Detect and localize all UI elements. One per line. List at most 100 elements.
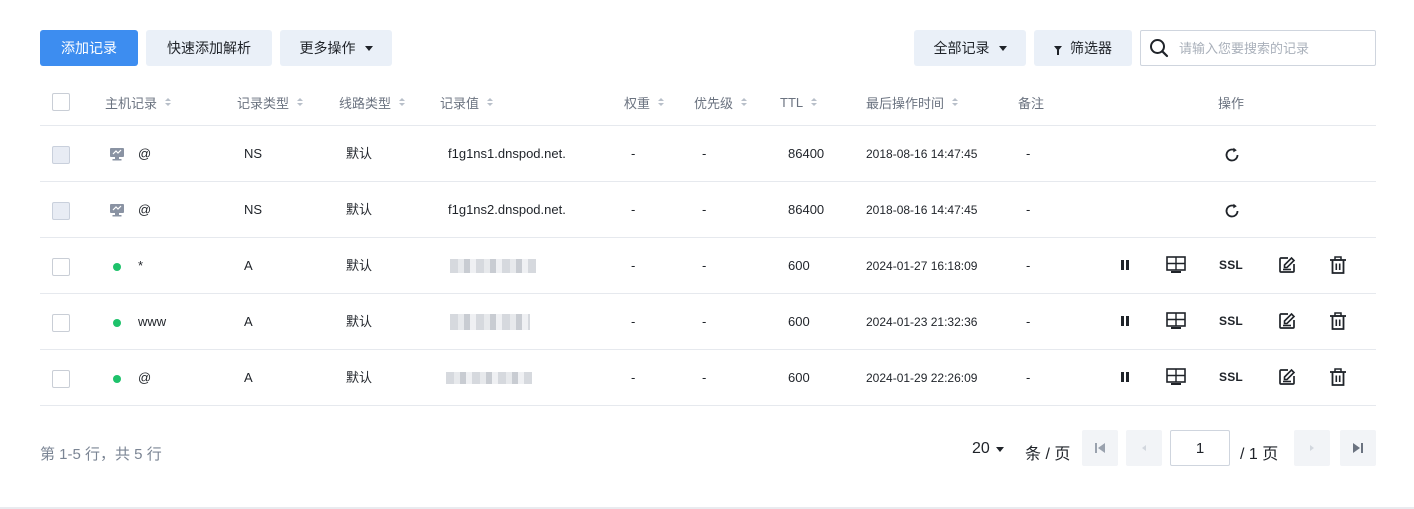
- row-checkbox[interactable]: [52, 314, 70, 332]
- more-actions-label: 更多操作: [299, 40, 356, 56]
- priority-cell: -: [702, 202, 707, 217]
- divider: [40, 405, 1376, 406]
- updated-cell: 2018-08-16 14:47:45: [866, 203, 978, 217]
- pause-icon[interactable]: [1114, 366, 1136, 388]
- redacted-value: [446, 372, 532, 384]
- next-page-button[interactable]: [1294, 430, 1330, 466]
- updated-cell: 2024-01-29 22:26:09: [866, 371, 978, 385]
- sort-icon: [165, 98, 172, 106]
- priority-cell: -: [702, 314, 707, 329]
- reset-icon[interactable]: [1221, 144, 1243, 166]
- page-number-input[interactable]: [1170, 430, 1230, 466]
- line-cell: 默认: [346, 314, 373, 329]
- divider: [40, 349, 1376, 350]
- more-actions-button[interactable]: 更多操作: [280, 30, 392, 66]
- value-cell: f1g1ns2.dnspod.net.: [448, 202, 566, 217]
- divider: [40, 237, 1376, 238]
- sort-icon: [658, 98, 665, 106]
- column-header-remark-label: 备注: [1018, 95, 1045, 111]
- column-header-value-label: 记录值: [440, 95, 480, 111]
- caret-down-icon: [998, 45, 1007, 51]
- column-header-ttl-label: TTL: [780, 94, 804, 110]
- last-page-icon: [1353, 443, 1363, 453]
- column-header-priority-label: 优先级: [694, 95, 734, 111]
- ssl-button[interactable]: SSL: [1219, 310, 1243, 332]
- ttl-cell: 86400: [788, 146, 825, 161]
- filter-button[interactable]: 筛选器: [1034, 30, 1132, 66]
- column-header-host-label: 主机记录: [105, 95, 158, 111]
- priority-cell: -: [702, 370, 707, 385]
- column-header-weight[interactable]: 权重: [624, 94, 665, 111]
- priority-cell: -: [702, 146, 707, 161]
- delete-icon[interactable]: [1327, 254, 1349, 276]
- search-input[interactable]: [1179, 40, 1359, 56]
- ttl-cell: 600: [788, 370, 810, 385]
- column-header-weight-label: 权重: [624, 95, 651, 111]
- delete-icon[interactable]: [1327, 310, 1349, 332]
- column-header-updated[interactable]: 最后操作时间: [866, 94, 959, 111]
- host-cell: @: [138, 146, 152, 161]
- last-page-button[interactable]: [1340, 430, 1376, 466]
- type-cell: A: [244, 370, 253, 385]
- caret-down-icon: [364, 45, 373, 51]
- row-checkbox[interactable]: [52, 146, 70, 164]
- line-cell: 默认: [346, 258, 373, 273]
- quick-add-button[interactable]: 快速添加解析: [146, 30, 272, 66]
- row-checkbox[interactable]: [52, 370, 70, 388]
- line-cell: 默认: [346, 146, 373, 161]
- search-box[interactable]: [1140, 30, 1376, 66]
- dns-records-panel: 添加记录 快速添加解析 更多操作 全部记录 筛选器 主机记录 记录类型 线路类型…: [0, 0, 1414, 509]
- column-header-host[interactable]: 主机记录: [105, 94, 172, 111]
- column-header-line[interactable]: 线路类型: [339, 94, 406, 111]
- weight-cell: -: [631, 370, 636, 385]
- select-all-checkbox[interactable]: [52, 93, 70, 111]
- enabled-status-dot: [113, 263, 121, 271]
- column-header-ttl[interactable]: TTL: [780, 94, 818, 110]
- value-cell: f1g1ns1.dnspod.net.: [448, 146, 566, 161]
- column-header-value[interactable]: 记录值: [440, 94, 494, 111]
- ssl-button[interactable]: SSL: [1219, 366, 1243, 388]
- edit-icon[interactable]: [1276, 254, 1298, 276]
- load-balance-icon[interactable]: [1165, 366, 1187, 388]
- first-page-icon: [1095, 443, 1105, 453]
- next-page-icon: [1310, 445, 1314, 451]
- all-records-dropdown[interactable]: 全部记录: [914, 30, 1026, 66]
- row-checkbox[interactable]: [52, 202, 70, 220]
- divider: [40, 125, 1376, 126]
- delete-icon[interactable]: [1327, 366, 1349, 388]
- remark-cell: -: [1026, 370, 1031, 385]
- add-record-button[interactable]: 添加记录: [40, 30, 138, 66]
- ssl-button[interactable]: SSL: [1219, 254, 1243, 276]
- ttl-cell: 600: [788, 258, 810, 273]
- type-cell: A: [244, 258, 253, 273]
- row-checkbox[interactable]: [52, 258, 70, 276]
- column-header-line-label: 线路类型: [339, 95, 392, 111]
- pause-icon[interactable]: [1114, 254, 1136, 276]
- total-pages: / 1 页: [1240, 446, 1279, 463]
- column-header-type[interactable]: 记录类型: [237, 94, 304, 111]
- weight-cell: -: [631, 314, 636, 329]
- page-size-unit: 条 / 页: [1025, 446, 1071, 463]
- load-balance-icon[interactable]: [1165, 310, 1187, 332]
- column-header-type-label: 记录类型: [237, 95, 290, 111]
- page-size-select[interactable]: 20: [972, 440, 1004, 458]
- weight-cell: -: [631, 202, 636, 217]
- edit-icon[interactable]: [1276, 366, 1298, 388]
- remark-cell: -: [1026, 202, 1031, 217]
- type-cell: NS: [244, 202, 263, 217]
- host-cell: www: [138, 314, 167, 329]
- updated-cell: 2024-01-23 21:32:36: [866, 315, 978, 329]
- page-size-value: 20: [972, 440, 990, 457]
- load-balance-icon[interactable]: [1165, 254, 1187, 276]
- ttl-cell: 86400: [788, 202, 825, 217]
- column-header-priority[interactable]: 优先级: [694, 94, 748, 111]
- updated-cell: 2024-01-27 16:18:09: [866, 259, 978, 273]
- sort-icon: [741, 98, 748, 106]
- pause-icon[interactable]: [1114, 310, 1136, 332]
- reset-icon[interactable]: [1221, 200, 1243, 222]
- row-count-summary: 第 1-5 行，共 5 行: [40, 446, 162, 463]
- first-page-button[interactable]: [1082, 430, 1118, 466]
- prev-page-button[interactable]: [1126, 430, 1162, 466]
- column-header-remark: 备注: [1018, 94, 1045, 111]
- edit-icon[interactable]: [1276, 310, 1298, 332]
